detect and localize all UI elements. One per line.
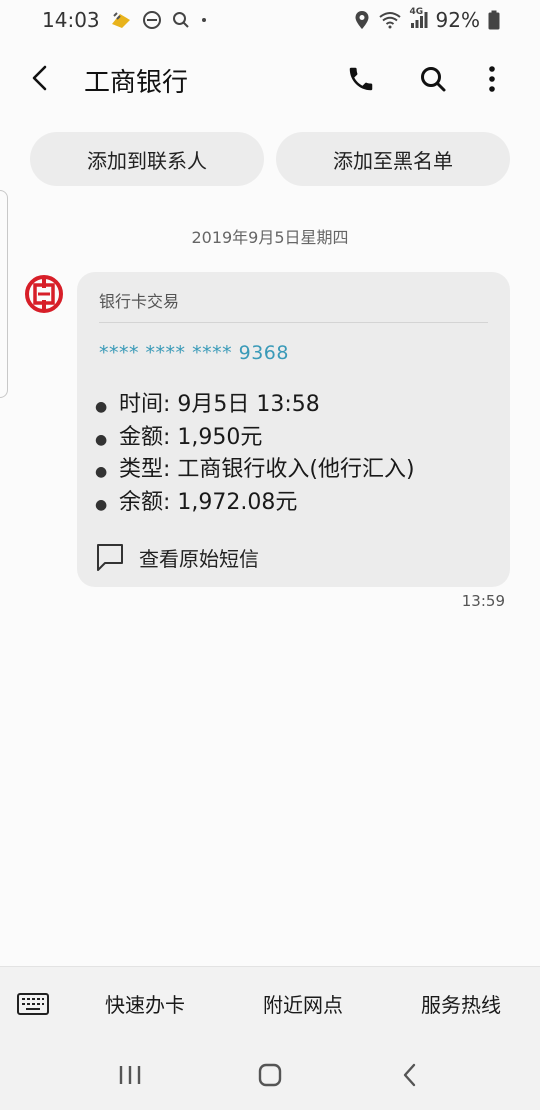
battery-icon xyxy=(488,10,500,30)
list-item: ● 时间: 9月5日 13:58 xyxy=(95,390,495,423)
keyboard-toggle-button[interactable] xyxy=(0,967,66,1041)
quick-card-menu-item[interactable]: 快速办卡 xyxy=(66,989,224,1018)
back-arrow-icon xyxy=(32,65,47,91)
battery-percent: 92% xyxy=(435,8,480,32)
divider xyxy=(99,322,488,323)
sender-avatar[interactable] xyxy=(24,274,64,314)
list-item: ● 金额: 1,950元 xyxy=(95,423,495,456)
home-icon xyxy=(258,1063,282,1087)
add-to-blacklist-button[interactable]: 添加至黑名单 xyxy=(276,132,510,186)
detail-type: 类型: 工商银行收入(他行汇入) xyxy=(119,457,415,482)
keyboard-icon xyxy=(17,992,49,1015)
signal-4g-icon: 4G xyxy=(410,7,428,29)
message-timestamp: 13:59 xyxy=(461,592,505,610)
bullet-icon: ● xyxy=(95,431,108,448)
message-bubble[interactable]: 银行卡交易 **** **** **** 9368 ● 时间: 9月5日 13:5… xyxy=(77,272,510,587)
back-button[interactable] xyxy=(22,60,58,96)
back-chevron-icon xyxy=(403,1063,416,1087)
phone-icon xyxy=(349,67,373,91)
view-original-sms-button[interactable]: 查看原始短信 xyxy=(95,542,259,572)
detail-balance: 余额: 1,972.08元 xyxy=(119,489,298,515)
conversation-title: 工商银行 xyxy=(84,68,189,98)
call-button[interactable] xyxy=(342,60,380,98)
home-button[interactable] xyxy=(240,1050,300,1100)
bullet-icon: ● xyxy=(95,399,108,415)
app-header: 工商银行 xyxy=(0,48,540,110)
detail-time: 时间: 9月5日 13:58 xyxy=(119,392,320,417)
bullet-icon: ● xyxy=(95,464,108,480)
date-separator: 2019年9月5日星期四 xyxy=(191,228,349,247)
card-number-link[interactable]: **** **** **** 9368 xyxy=(99,342,289,364)
list-item: ● 余额: 1,972.08元 xyxy=(95,488,495,521)
nearby-branch-menu-item[interactable]: 附近网点 xyxy=(224,989,382,1018)
recent-apps-button[interactable] xyxy=(100,1050,160,1100)
more-options-button[interactable] xyxy=(473,60,511,98)
sender-actions: 添加到联系人 添加至黑名单 xyxy=(30,132,510,186)
recent-apps-icon xyxy=(119,1066,141,1084)
service-hotline-menu-item[interactable]: 服务热线 xyxy=(382,989,540,1018)
dot-icon xyxy=(200,16,208,24)
notification-app-icon xyxy=(110,10,132,30)
icbc-logo-icon xyxy=(25,275,63,313)
status-bar: 14:03 4G 92% xyxy=(0,0,540,40)
search-icon xyxy=(421,67,446,92)
wifi-icon xyxy=(378,11,402,29)
search-button[interactable] xyxy=(414,60,452,98)
network-type-label: 4G xyxy=(409,7,424,17)
message-bubble-icon xyxy=(97,544,123,571)
edge-panel-handle[interactable] xyxy=(0,190,8,398)
search-notification-icon xyxy=(172,11,190,29)
message-card-title: 银行卡交易 xyxy=(99,292,180,311)
back-nav-button[interactable] xyxy=(380,1050,440,1100)
status-time: 14:03 xyxy=(42,8,100,32)
view-original-label: 查看原始短信 xyxy=(139,546,259,571)
add-to-contacts-button[interactable]: 添加到联系人 xyxy=(30,132,264,186)
detail-amount: 金额: 1,950元 xyxy=(119,424,263,450)
location-icon xyxy=(354,10,370,30)
transaction-details: ● 时间: 9月5日 13:58 ● 金额: 1,950元 ● 类型: 工商银行收入(… xyxy=(95,390,495,520)
list-item: ● 类型: 工商银行收入(他行汇入) xyxy=(95,455,495,488)
bullet-icon: ● xyxy=(95,496,108,513)
more-vertical-icon xyxy=(489,66,495,92)
do-not-disturb-icon xyxy=(142,10,162,30)
system-navigation-bar xyxy=(0,1040,540,1110)
bottom-menu-bar: 快速办卡 附近网点 服务热线 xyxy=(0,966,540,1040)
